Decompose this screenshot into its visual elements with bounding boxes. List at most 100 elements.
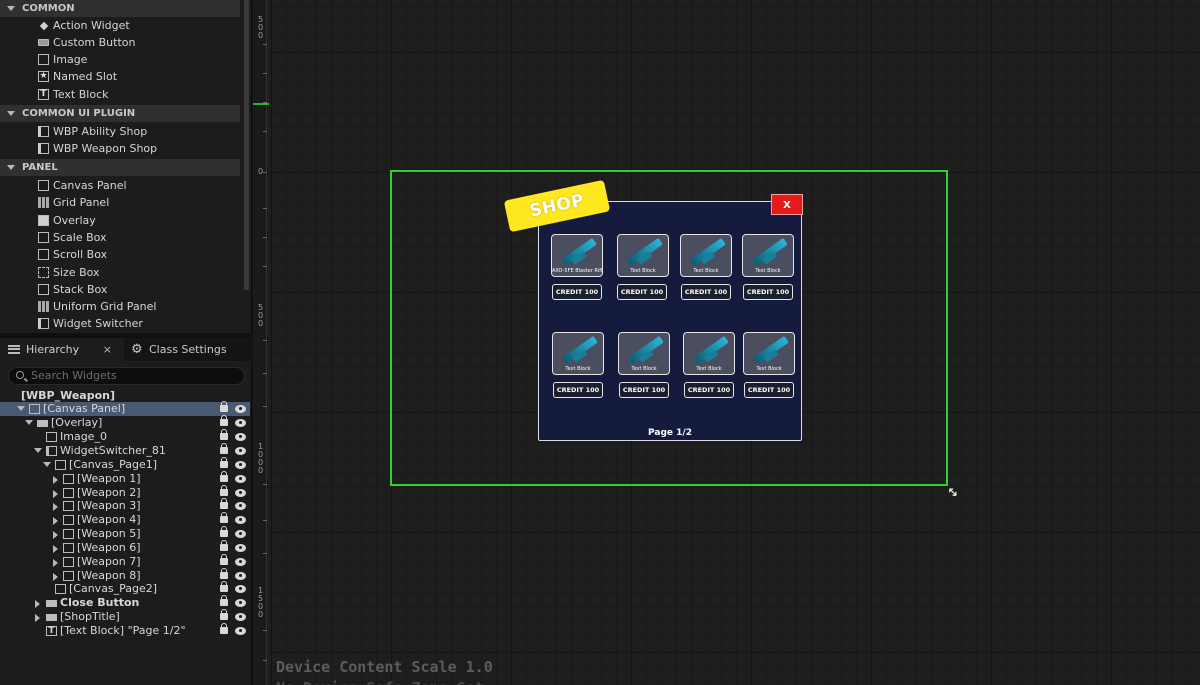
buy-button[interactable]: CREDIT 100 (617, 284, 667, 300)
expand-arrow-icon[interactable] (34, 448, 42, 453)
category-common[interactable]: COMMON (0, 0, 240, 17)
weapon-card[interactable]: Text Block (743, 332, 795, 375)
lock-icon[interactable] (220, 581, 228, 592)
tree-row-close-button[interactable]: Close Button (0, 595, 250, 610)
category-common-ui-plugin[interactable]: COMMON UI PLUGIN (0, 105, 240, 122)
tab-hierarchy[interactable]: Hierarchy × (0, 338, 124, 361)
lock-icon[interactable] (220, 568, 228, 579)
eye-icon[interactable] (235, 585, 246, 593)
lock-icon[interactable] (220, 512, 228, 523)
collapse-arrow-icon[interactable] (53, 531, 58, 539)
tree-row-canvas-page1[interactable]: [Canvas_Page1] (0, 457, 250, 472)
palette-item-custom-button[interactable]: Custom Button (0, 34, 240, 51)
eye-icon[interactable] (235, 627, 246, 635)
weapon-card[interactable]: Text Block (552, 332, 604, 375)
collapse-arrow-icon[interactable] (53, 573, 58, 581)
buy-button[interactable]: CREDIT 100 (619, 382, 669, 398)
tree-row-weapon-6[interactable]: [Weapon 6] (0, 540, 250, 555)
eye-icon[interactable] (235, 475, 246, 483)
palette-item-named-slot[interactable]: ★ Named Slot (0, 68, 240, 85)
eye-icon[interactable] (235, 544, 246, 552)
weapon-card[interactable]: AXO-5FE Blaster Rifle (551, 234, 603, 277)
lock-icon[interactable] (220, 540, 228, 551)
palette-item-wbp-ability-shop[interactable]: WBP Ability Shop (0, 123, 240, 140)
expand-arrow-icon[interactable] (17, 406, 25, 411)
tree-row-canvas-panel[interactable]: [Canvas Panel] (0, 401, 250, 416)
tree-row-weapon-1[interactable]: [Weapon 1] (0, 471, 250, 486)
buy-button[interactable]: CREDIT 100 (553, 382, 603, 398)
palette-scrollbar[interactable] (244, 0, 249, 290)
collapse-arrow-icon[interactable] (35, 600, 40, 608)
tree-row-overlay[interactable]: [Overlay] (0, 415, 250, 430)
palette-item-uniform-grid-panel[interactable]: Uniform Grid Panel (0, 298, 240, 315)
tree-row-weapon-7[interactable]: [Weapon 7] (0, 554, 250, 569)
tree-row-weapon-3[interactable]: [Weapon 3] (0, 498, 250, 513)
search-widgets-input[interactable]: Search Widgets (8, 367, 245, 385)
tree-row-shop-title[interactable]: [ShopTitle] (0, 609, 250, 624)
eye-icon[interactable] (235, 461, 246, 469)
collapse-arrow-icon[interactable] (53, 503, 58, 511)
collapse-arrow-icon[interactable] (53, 545, 58, 553)
palette-item-stack-box[interactable]: Stack Box (0, 281, 240, 298)
tree-row-widget-switcher[interactable]: WidgetSwitcher_81 (0, 443, 250, 458)
eye-icon[interactable] (235, 419, 246, 427)
palette-item-canvas-panel[interactable]: Canvas Panel (0, 177, 240, 194)
lock-icon[interactable] (220, 595, 228, 606)
eye-icon[interactable] (235, 516, 246, 524)
collapse-arrow-icon[interactable] (53, 559, 58, 567)
collapse-arrow-icon[interactable] (35, 614, 40, 622)
designer-viewport[interactable]: 500 0 500 1000 1500 ↔ AXO-5FE Blaster Ri… (253, 0, 1200, 685)
lock-icon[interactable] (220, 609, 228, 620)
tree-row-weapon-8[interactable]: [Weapon 8] (0, 568, 250, 583)
tab-class-settings[interactable]: ⚙ Class Settings (128, 338, 252, 361)
tree-row-canvas-page2[interactable]: [Canvas_Page2] (0, 581, 250, 596)
lock-icon[interactable] (220, 485, 228, 496)
tree-row-page-text[interactable]: T [Text Block] "Page 1/2" (0, 623, 250, 638)
lock-icon[interactable] (220, 401, 228, 412)
category-panel[interactable]: PANEL (0, 159, 240, 176)
tree-row-weapon-5[interactable]: [Weapon 5] (0, 526, 250, 541)
collapse-arrow-icon[interactable] (53, 517, 58, 525)
buy-button[interactable]: CREDIT 100 (681, 284, 731, 300)
lock-icon[interactable] (220, 526, 228, 537)
buy-button[interactable]: CREDIT 100 (744, 382, 794, 398)
eye-icon[interactable] (235, 489, 246, 497)
eye-icon[interactable] (235, 405, 246, 413)
tree-row-image[interactable]: Image_0 (0, 429, 250, 444)
lock-icon[interactable] (220, 554, 228, 565)
weapon-card[interactable]: Text Block (680, 234, 732, 277)
close-tab-icon[interactable]: × (103, 338, 112, 361)
eye-icon[interactable] (235, 613, 246, 621)
lock-icon[interactable] (220, 457, 228, 468)
eye-icon[interactable] (235, 558, 246, 566)
palette-item-text-block[interactable]: T Text Block (0, 86, 240, 103)
eye-icon[interactable] (235, 447, 246, 455)
eye-icon[interactable] (235, 530, 246, 538)
weapon-card[interactable]: Text Block (618, 332, 670, 375)
palette-item-size-box[interactable]: Size Box (0, 264, 240, 281)
palette-item-image[interactable]: Image (0, 51, 240, 68)
weapon-card[interactable]: Text Block (683, 332, 735, 375)
buy-button[interactable]: CREDIT 100 (552, 284, 602, 300)
tree-row-wbp-weapon[interactable]: [WBP_Weapon] (0, 389, 250, 403)
lock-icon[interactable] (220, 471, 228, 482)
close-button[interactable]: X (771, 194, 803, 215)
lock-icon[interactable] (220, 498, 228, 509)
expand-arrow-icon[interactable] (25, 420, 33, 425)
collapse-arrow-icon[interactable] (53, 490, 58, 498)
lock-icon[interactable] (220, 443, 228, 454)
collapse-arrow-icon[interactable] (53, 476, 58, 484)
buy-button[interactable]: CREDIT 100 (684, 382, 734, 398)
resize-handle-icon[interactable]: ↔ (943, 483, 961, 501)
lock-icon[interactable] (220, 623, 228, 634)
palette-item-action-widget[interactable]: Action Widget (0, 17, 240, 34)
palette-item-scale-box[interactable]: Scale Box (0, 229, 240, 246)
tree-row-weapon-2[interactable]: [Weapon 2] (0, 485, 250, 500)
palette-item-overlay[interactable]: Overlay (0, 212, 240, 229)
eye-icon[interactable] (235, 433, 246, 441)
buy-button[interactable]: CREDIT 100 (743, 284, 793, 300)
palette-item-grid-panel[interactable]: Grid Panel (0, 194, 240, 211)
lock-icon[interactable] (220, 415, 228, 426)
eye-icon[interactable] (235, 572, 246, 580)
eye-icon[interactable] (235, 502, 246, 510)
